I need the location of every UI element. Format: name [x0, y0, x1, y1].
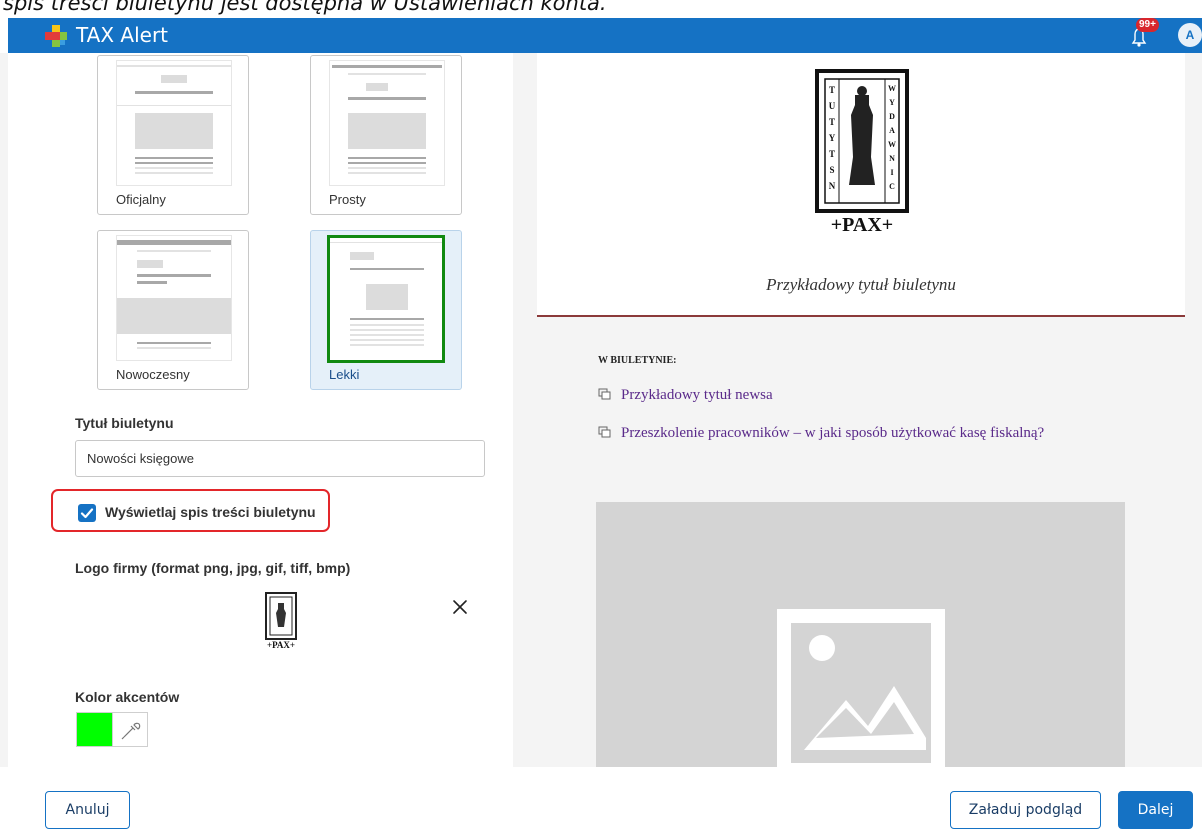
pax-logo-image: T U T Y T S N W Y D A W N I C +PAX+ — [815, 69, 909, 236]
company-logo-label: Logo firmy (format png, jpg, gif, tiff, … — [75, 560, 351, 576]
accent-color-label: Kolor akcentów — [75, 689, 180, 705]
svg-text:+PAX+: +PAX+ — [267, 640, 295, 650]
svg-text:Y: Y — [889, 98, 895, 107]
notification-count-badge: 99+ — [1136, 18, 1159, 32]
color-picker-button[interactable] — [113, 712, 148, 747]
template-thumbnail — [329, 60, 445, 186]
settings-panel: Oficjalny Prosty Nowoczesny Lekki Tytuł … — [8, 53, 513, 767]
newsletter-title-input[interactable] — [75, 440, 485, 477]
svg-text:I: I — [890, 168, 893, 177]
eyedropper-icon — [121, 722, 141, 740]
svg-text:N: N — [889, 154, 895, 163]
template-label: Nowoczesny — [116, 367, 190, 382]
left-gutter — [0, 53, 8, 767]
load-preview-button[interactable]: Załaduj podgląd — [950, 791, 1101, 829]
toc-item-text: Przeszkolenie pracowników – w jaki sposó… — [621, 425, 1045, 441]
template-thumbnail — [116, 235, 232, 361]
newsletter-title-label: Tytuł biuletynu — [75, 415, 174, 431]
svg-text:W: W — [888, 140, 896, 149]
toc-checkbox-highlight: Wyświetlaj spis treści biuletynu — [51, 489, 330, 532]
avatar-initials: A — [1185, 28, 1195, 42]
next-button[interactable]: Dalej — [1118, 791, 1193, 829]
caption-middle: jest dostępna w — [214, 0, 394, 15]
svg-text:W: W — [888, 84, 896, 93]
template-label: Lekki — [329, 367, 360, 382]
app-header: TAX Alert 99+ A — [8, 18, 1202, 53]
template-label: Oficjalny — [116, 192, 166, 207]
preview-image-placeholder — [596, 502, 1125, 767]
instruction-caption: spis treści biuletynu jest dostępna w Us… — [0, 0, 1202, 18]
preview-accent-line — [537, 315, 1185, 317]
accent-color-swatch[interactable] — [76, 712, 113, 747]
cancel-button[interactable]: Anuluj — [45, 791, 130, 829]
template-card-nowoczesny[interactable]: Nowoczesny — [97, 230, 249, 390]
template-card-prosty[interactable]: Prosty — [310, 55, 462, 215]
app-title: TAX Alert — [76, 23, 169, 47]
caption-italic-start: spis treści biuletynu — [3, 0, 215, 15]
svg-text:T: T — [829, 85, 835, 95]
app-logo-icon — [45, 25, 67, 47]
caption-italic-end: Ustawieniach konta — [393, 0, 600, 15]
pax-logo-text: +PAX+ — [831, 214, 893, 236]
footer-bar: Anuluj Załaduj podgląd Dalej — [0, 767, 1202, 829]
svg-text:U: U — [829, 101, 836, 111]
preview-toc-heading: W BIULETYNIE: — [598, 355, 677, 366]
svg-text:T: T — [829, 149, 835, 159]
preview-toc-item[interactable]: Przeszkolenie pracowników – w jaki sposó… — [598, 425, 1044, 442]
copy-link-icon — [598, 388, 611, 400]
company-logo-thumbnail: +PAX+ — [265, 592, 297, 650]
template-label: Prosty — [329, 192, 366, 207]
svg-text:A: A — [889, 126, 895, 135]
preview-header: T U T Y T S N W Y D A W N I C +PAX+ Przy… — [537, 53, 1185, 315]
svg-text:T: T — [829, 117, 835, 127]
newsletter-preview: T U T Y T S N W Y D A W N I C +PAX+ Przy… — [513, 53, 1202, 767]
template-card-oficjalny[interactable]: Oficjalny — [97, 55, 249, 215]
svg-text:D: D — [889, 112, 895, 121]
toc-item-text: Przykładowy tytuł newsa — [621, 387, 773, 403]
toc-checkbox[interactable] — [78, 504, 96, 522]
copy-link-icon — [598, 426, 611, 438]
template-thumbnail — [116, 60, 232, 186]
checkmark-icon — [80, 508, 94, 519]
template-card-lekki[interactable]: Lekki — [310, 230, 462, 390]
svg-text:N: N — [829, 181, 836, 191]
preview-newsletter-title: Przykładowy tytuł biuletynu — [766, 275, 956, 294]
template-selection-frame — [327, 235, 445, 363]
toc-checkbox-label[interactable]: Wyświetlaj spis treści biuletynu — [105, 504, 316, 520]
svg-text:Y: Y — [829, 133, 836, 143]
caption-end: . — [599, 0, 607, 15]
image-placeholder-icon — [777, 609, 945, 767]
svg-text:S: S — [829, 165, 834, 175]
svg-text:C: C — [889, 182, 895, 191]
remove-logo-icon[interactable] — [450, 597, 470, 617]
preview-toc-item[interactable]: Przykładowy tytuł newsa — [598, 387, 773, 404]
user-avatar[interactable]: A — [1178, 23, 1202, 47]
